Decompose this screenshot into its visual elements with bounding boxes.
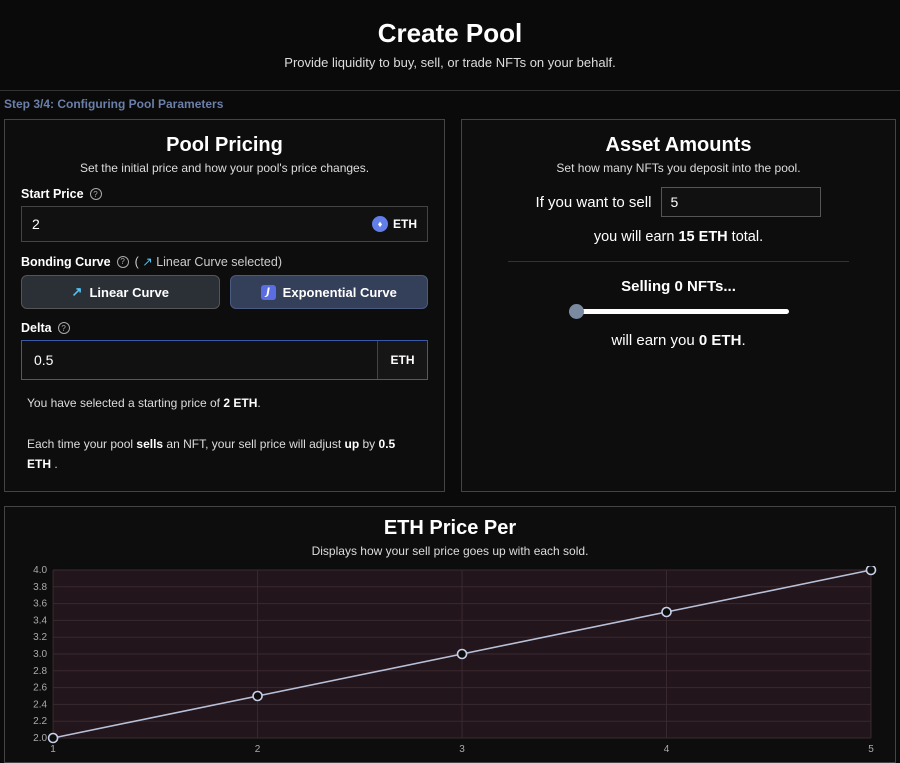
svg-text:2: 2	[255, 744, 261, 755]
start-price-label: Start Price ?	[21, 187, 428, 201]
svg-text:2.0: 2.0	[33, 733, 47, 744]
svg-text:5: 5	[868, 744, 874, 755]
info-icon[interactable]: ?	[90, 188, 102, 200]
info-icon[interactable]: ?	[117, 256, 129, 268]
sell-count-input-wrap[interactable]	[661, 187, 821, 217]
page-title: Create Pool	[0, 18, 900, 49]
svg-text:3.6: 3.6	[33, 598, 47, 609]
svg-text:3.8: 3.8	[33, 581, 47, 592]
svg-text:3.2: 3.2	[33, 632, 47, 643]
svg-text:1: 1	[50, 744, 56, 755]
chart-subtitle: Displays how your sell price goes up wit…	[19, 544, 881, 558]
delta-input[interactable]	[22, 341, 377, 379]
svg-text:3: 3	[459, 744, 465, 755]
delta-unit: ETH	[377, 341, 427, 379]
eth-icon: ♦	[372, 216, 388, 232]
selling-count-line: Selling 0 NFTs...	[478, 278, 879, 295]
svg-text:4: 4	[664, 744, 670, 755]
linear-curve-button[interactable]: ↗ Linear Curve	[21, 275, 220, 309]
pool-pricing-subtitle: Set the initial price and how your pool'…	[21, 161, 428, 175]
asset-amounts-title: Asset Amounts	[478, 134, 879, 157]
start-price-input[interactable]	[32, 216, 372, 232]
earn-total-line: you will earn 15 ETH total.	[478, 229, 879, 245]
trend-up-icon: ↗	[72, 284, 83, 300]
exponential-curve-button[interactable]: 𝙅 Exponential Curve	[230, 275, 429, 309]
divider	[508, 261, 849, 262]
delta-label: Delta ?	[21, 321, 428, 335]
pool-pricing-title: Pool Pricing	[21, 134, 428, 157]
price-chart-panel: ETH Price Per Displays how your sell pri…	[4, 506, 896, 763]
divider	[0, 90, 900, 91]
earn-partial-line: will earn you 0 ETH.	[478, 332, 879, 349]
exponential-icon: 𝙅	[261, 285, 276, 300]
svg-text:2.8: 2.8	[33, 665, 47, 676]
svg-text:2.2: 2.2	[33, 716, 47, 727]
svg-text:2.6: 2.6	[33, 682, 47, 693]
page-subtitle: Provide liquidity to buy, sell, or trade…	[0, 55, 900, 70]
sell-prefix: If you want to sell	[536, 194, 652, 211]
pricing-explanation: You have selected a starting price of 2 …	[21, 393, 428, 475]
price-chart: 2.0 2.2 2.4 2.6 2.8 3.0 3.2 3.4 3.6 3.8 4.0 1 2 3 4 5	[19, 566, 881, 756]
svg-text:3.0: 3.0	[33, 649, 47, 660]
sell-count-input[interactable]	[670, 194, 851, 210]
svg-text:2.4: 2.4	[33, 699, 47, 710]
sell-slider[interactable]	[569, 309, 789, 314]
chart-title: ETH Price Per	[19, 517, 881, 540]
token-symbol: ETH	[393, 217, 417, 231]
step-indicator: Step 3/4: Configuring Pool Parameters	[0, 97, 900, 119]
info-icon[interactable]: ?	[58, 322, 70, 334]
bonding-curve-label: Bonding Curve ? ( ↗ Linear Curve selecte…	[21, 254, 428, 269]
delta-input-wrap[interactable]: ETH	[21, 340, 428, 380]
asset-amounts-subtitle: Set how many NFTs you deposit into the p…	[478, 161, 879, 175]
svg-text:3.4: 3.4	[33, 615, 47, 626]
svg-text:4.0: 4.0	[33, 566, 47, 576]
pool-pricing-panel: Pool Pricing Set the initial price and h…	[4, 119, 445, 492]
trend-up-icon: ↗	[142, 255, 152, 269]
start-price-input-wrap[interactable]: ♦ ETH	[21, 206, 428, 242]
asset-amounts-panel: Asset Amounts Set how many NFTs you depo…	[461, 119, 896, 492]
